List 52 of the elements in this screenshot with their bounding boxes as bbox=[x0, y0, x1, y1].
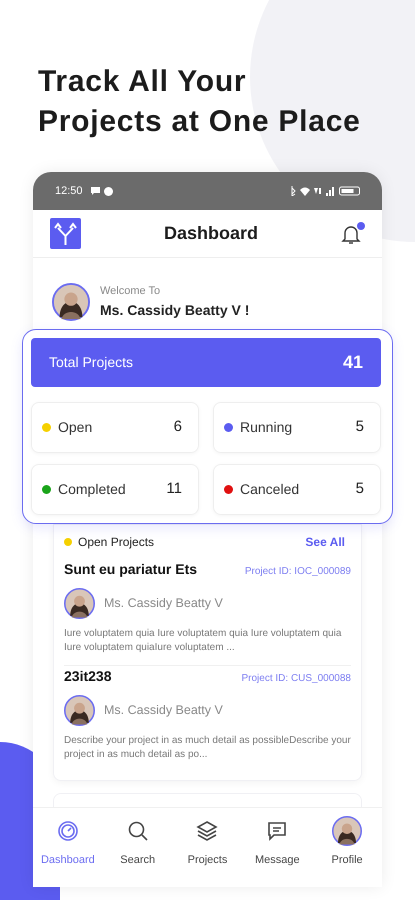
call-icon bbox=[314, 187, 322, 195]
project-title: 23it238 bbox=[64, 667, 112, 686]
profile-avatar bbox=[332, 816, 362, 846]
nav-tab[interactable]: Message bbox=[247, 816, 308, 868]
status-label: Completed bbox=[58, 480, 127, 499]
status-label: Canceled bbox=[240, 480, 300, 499]
status-tile[interactable]: Canceled 5 bbox=[213, 464, 381, 515]
nav-tab[interactable]: Search bbox=[108, 816, 168, 868]
owner-name: Ms. Cassidy Beatty V bbox=[104, 595, 223, 612]
project-id: Project ID: CUS_000088 bbox=[241, 672, 351, 686]
chat-icon bbox=[90, 187, 100, 195]
status-count: 5 bbox=[356, 479, 364, 500]
project-item[interactable]: Sunt eu pariatur Ets Project ID: IOC_000089 Ms. Cassidy Beatty V Iure voluptatem quia Iure voluptatem quia Iure voluptatem quia Iure voluptatem quiaIure voluptatem ... bbox=[64, 559, 351, 666]
battery-icon bbox=[339, 186, 360, 196]
nav-tab[interactable]: Projects bbox=[177, 816, 238, 868]
project-item[interactable]: 23it238 Project ID: CUS_000088 Ms. Cassidy Beatty V Describe your project in as much detail as possibleDescribe your project in as much detail as po... bbox=[64, 666, 351, 772]
status-tile[interactable]: Open 6 bbox=[31, 402, 199, 453]
phone-icon bbox=[104, 186, 113, 196]
status-count: 5 bbox=[356, 417, 364, 438]
status-label: Open bbox=[58, 418, 94, 437]
layers-icon bbox=[195, 819, 220, 843]
owner-avatar bbox=[64, 588, 95, 619]
user-name: Ms. Cassidy Beatty V ! bbox=[100, 300, 250, 320]
welcome-label: Welcome To bbox=[100, 284, 162, 300]
section-title: Open Projects bbox=[78, 534, 154, 551]
status-time: 12:50 bbox=[55, 184, 83, 199]
project-title: Sunt eu pariatur Ets bbox=[64, 560, 198, 579]
owner-avatar bbox=[64, 695, 95, 726]
status-tile[interactable]: Running 5 bbox=[213, 402, 381, 453]
user-avatar bbox=[52, 283, 90, 321]
signal-icon bbox=[326, 186, 335, 196]
total-label: Total Projects bbox=[49, 353, 134, 372]
gauge-icon bbox=[56, 819, 80, 843]
nav-tab[interactable]: Profile bbox=[317, 816, 378, 868]
wifi-icon bbox=[300, 186, 310, 196]
nav-tab[interactable]: Dashboard bbox=[38, 816, 98, 868]
project-id: Project ID: IOC_000089 bbox=[244, 565, 351, 579]
project-description: Iure voluptatem quia Iure voluptatem quia Iure voluptatem quia Iure voluptatem quiaIure voluptatem ... bbox=[64, 627, 342, 655]
see-all-link[interactable]: See All bbox=[305, 533, 345, 551]
owner-name: Ms. Cassidy Beatty V bbox=[104, 702, 223, 720]
bluetooth-icon bbox=[291, 186, 296, 196]
notification-button[interactable] bbox=[341, 222, 365, 246]
project-description: Describe your project in as much detail as possibleDescribe your project in as much detail as po... bbox=[64, 734, 351, 762]
logo-icon bbox=[50, 218, 81, 249]
headline: Track All Your Projects at One Place bbox=[38, 64, 362, 140]
search-icon bbox=[126, 819, 150, 843]
total-count: 41 bbox=[342, 351, 363, 374]
status-label: Running bbox=[240, 418, 294, 437]
status-count: 11 bbox=[166, 479, 182, 500]
status-tile[interactable]: Completed 11 bbox=[31, 464, 199, 515]
screen-title: Dashboard bbox=[162, 222, 260, 245]
status-count: 6 bbox=[174, 417, 182, 438]
